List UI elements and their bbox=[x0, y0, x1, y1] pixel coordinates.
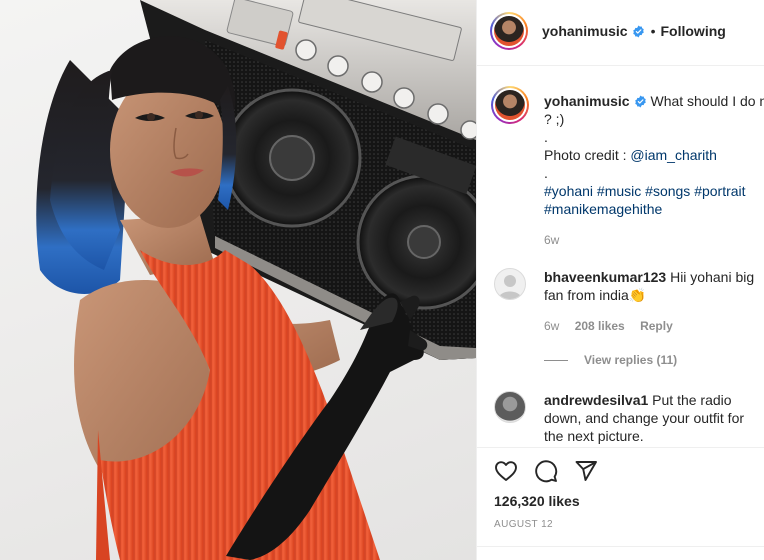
caption-avatar[interactable] bbox=[491, 86, 529, 124]
comment-likes[interactable]: 208 likes bbox=[575, 319, 625, 333]
paper-plane-icon bbox=[575, 461, 597, 481]
replies-line bbox=[544, 359, 568, 361]
caption-credit-prefix: Photo credit : bbox=[544, 147, 631, 163]
default-avatar-icon bbox=[498, 275, 522, 299]
heart-outline-icon bbox=[495, 461, 517, 481]
verified-badge-icon bbox=[634, 95, 646, 108]
header-separator: • bbox=[650, 23, 656, 39]
hashtags-line-2[interactable]: #manikemagehithe bbox=[544, 200, 764, 218]
verified-badge-icon bbox=[632, 25, 644, 38]
post-date[interactable]: AUGUST 12 bbox=[494, 519, 553, 530]
likes-count[interactable]: 126,320 likes bbox=[494, 493, 580, 509]
post-photo[interactable] bbox=[0, 0, 476, 560]
speech-bubble-icon bbox=[535, 460, 558, 483]
header-username[interactable]: yohanimusic bbox=[542, 23, 628, 39]
comment-text-line-2: fan from india👏 bbox=[544, 287, 647, 303]
comment-username[interactable]: andrewdesilva1 bbox=[544, 392, 648, 408]
profile-avatar[interactable] bbox=[490, 12, 528, 50]
caption-line-5: . bbox=[544, 165, 548, 181]
post-photo-illustration bbox=[36, 0, 476, 560]
comment-avatar[interactable] bbox=[494, 391, 526, 423]
add-comment-bar[interactable] bbox=[477, 546, 764, 560]
post-side-panel: yohanimusic • Following yohanimusic What s… bbox=[476, 0, 764, 560]
caption-line-3: . bbox=[544, 129, 548, 145]
post-header: yohanimusic • Following bbox=[477, 0, 764, 66]
comment-avatar[interactable] bbox=[494, 268, 526, 300]
view-replies-label: View replies (11) bbox=[584, 353, 678, 367]
hashtags-line-1[interactable]: #yohani #music #songs #portrait bbox=[544, 182, 764, 200]
post-actions: 126,320 likes AUGUST 12 bbox=[477, 447, 764, 560]
caption-text: What should I do ne bbox=[650, 93, 764, 109]
share-button[interactable] bbox=[572, 457, 600, 485]
comment-text-line-3: the next picture. bbox=[544, 428, 644, 444]
comment-text: Put the radio bbox=[652, 392, 732, 408]
following-button[interactable]: Following bbox=[661, 23, 726, 39]
caption-line-2: ? ;) bbox=[544, 111, 565, 127]
like-button[interactable] bbox=[492, 457, 520, 485]
comment-reply-button[interactable]: Reply bbox=[640, 319, 673, 333]
credit-mention-link[interactable]: @iam_charith bbox=[630, 147, 717, 163]
comment-button[interactable] bbox=[532, 457, 560, 485]
caption-time[interactable]: 6w bbox=[544, 233, 559, 247]
comments-list: yohanimusic What should I do ne ? ;) . P… bbox=[477, 66, 764, 446]
view-replies-button[interactable]: View replies (11) bbox=[544, 351, 764, 369]
comment-text: Hii yohani big bbox=[670, 269, 755, 285]
comment-username[interactable]: bhaveenkumar123 bbox=[544, 269, 666, 285]
comment-time[interactable]: 6w bbox=[544, 319, 559, 333]
caption-username[interactable]: yohanimusic bbox=[544, 93, 630, 109]
comment-text-line-2: down, and change your outfit for bbox=[544, 410, 745, 426]
